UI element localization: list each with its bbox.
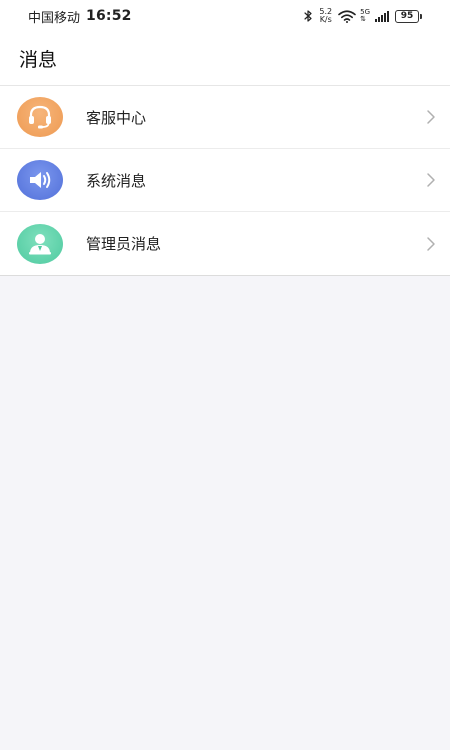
chevron-right-icon (427, 173, 435, 187)
network-activity-arrows: ⇅ (360, 15, 366, 23)
page-header: 消息 (0, 32, 450, 86)
carrier-name: 中国移动 (28, 10, 81, 26)
status-bar: 中国移动 16:52 5.2 K/s 5G ⇅ 95 (0, 0, 450, 32)
battery-tip (420, 13, 422, 19)
cellular-signal-icon (375, 10, 389, 22)
list-item-admin-messages[interactable]: 管理员消息 (0, 212, 450, 275)
status-indicators: 5.2 K/s 5G ⇅ 95 (304, 8, 422, 24)
battery-icon: 95 (395, 9, 422, 23)
list-item-system-messages[interactable]: 系统消息 (0, 149, 450, 212)
list-item-label: 管理员消息 (86, 235, 162, 253)
admin-user-icon (17, 223, 63, 264)
speaker-icon (17, 160, 63, 200)
messages-screen: 中国移动 16:52 5.2 K/s 5G ⇅ 95 消息 客服中心 系统消息 … (0, 0, 450, 750)
message-category-list: 客服中心 系统消息 管理员消息 (0, 86, 450, 276)
network-speed: 5.2 K/s (319, 8, 332, 24)
chevron-right-icon (427, 236, 435, 251)
headset-icon (17, 97, 63, 137)
chevron-right-icon (427, 110, 435, 124)
network-speed-unit: K/s (319, 15, 332, 24)
list-item-label: 系统消息 (86, 171, 147, 190)
battery-level: 95 (395, 9, 419, 23)
bluetooth-icon (304, 10, 313, 22)
list-item-customer-service[interactable]: 客服中心 (0, 86, 450, 149)
list-item-label: 客服中心 (86, 108, 147, 127)
page-title: 消息 (19, 49, 58, 71)
network-type: 5G ⇅ (360, 9, 370, 23)
status-time: 16:52 (86, 8, 132, 24)
wifi-icon (338, 9, 356, 23)
